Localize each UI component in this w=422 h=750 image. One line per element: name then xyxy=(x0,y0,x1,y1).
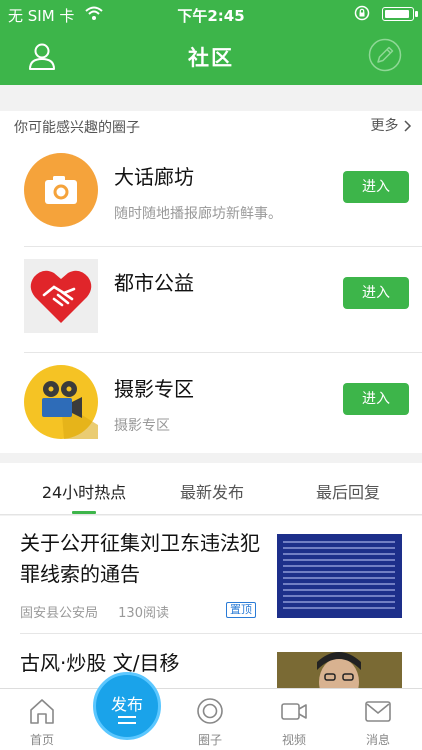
tab-latest[interactable]: 最新发布 xyxy=(142,479,282,503)
circle-name: 大话廊坊 xyxy=(114,165,194,189)
tabbar-label: 圈子 xyxy=(197,733,222,747)
circle-name: 都市公益 xyxy=(114,271,194,295)
camera-icon xyxy=(24,153,98,227)
publish-label: 发布 xyxy=(110,695,143,714)
more-link[interactable]: 更多 xyxy=(371,115,412,135)
circle-icon xyxy=(197,698,223,724)
video-icon xyxy=(281,703,307,720)
tabbar-video[interactable]: 视频 xyxy=(252,689,336,750)
news-list: 关于公开征集刘卫东违法犯罪线索的通告 固安县公安局 130阅读 置顶 古风·炒股… xyxy=(0,516,422,688)
article-thumbnail xyxy=(277,652,402,688)
circle-name: 摄影专区 xyxy=(114,377,194,401)
circle-row[interactable]: 摄影专区 摄影专区 进入 xyxy=(0,353,422,453)
feed-tabs: 24小时热点 最新发布 最后回复 xyxy=(0,463,422,515)
page-title: 社区 xyxy=(188,46,234,70)
heart-handshake-icon xyxy=(24,259,98,333)
active-tab-indicator xyxy=(72,511,96,514)
tabbar-label: 消息 xyxy=(365,733,390,747)
circle-desc: 随时随地播报廊坊新鲜事。 xyxy=(114,206,282,222)
tabbar-messages[interactable]: 消息 xyxy=(336,689,420,750)
circle-desc: 摄影专区 xyxy=(114,418,170,434)
recommended-circles: 你可能感兴趣的圈子 更多 大话廊坊 随时随地播报廊坊新鲜事。 进入 都市公益 进… xyxy=(0,111,422,453)
article-meta: 固安县公安局 130阅读 xyxy=(20,602,185,621)
status-bar: 无 SIM 卡 下午2:45 xyxy=(0,0,422,28)
tab-last-reply[interactable]: 最后回复 xyxy=(278,479,418,503)
pinned-badge: 置顶 xyxy=(226,602,256,618)
article-title: 古风·炒股 文/目移 xyxy=(20,651,180,675)
tabbar-label: 首页 xyxy=(29,733,54,747)
tab-hot[interactable]: 24小时热点 xyxy=(14,479,154,503)
article-title: 关于公开征集刘卫东违法犯罪线索的通告 xyxy=(20,531,260,586)
menu-lines-icon xyxy=(118,716,136,728)
tabbar-home[interactable]: 首页 xyxy=(0,689,84,750)
more-label: 更多 xyxy=(370,118,399,134)
join-button[interactable]: 进入 xyxy=(343,277,409,309)
circle-row[interactable]: 都市公益 进入 xyxy=(0,247,422,353)
film-camera-icon xyxy=(24,365,98,439)
app-header: 无 SIM 卡 下午2:45 社区 xyxy=(0,0,422,85)
mail-icon xyxy=(365,701,391,722)
list-item[interactable]: 古风·炒股 文/目移 xyxy=(0,634,422,688)
article-source: 固安县公安局 xyxy=(20,606,99,621)
article-reads: 130阅读 xyxy=(118,606,169,621)
home-icon xyxy=(30,699,54,724)
circle-row[interactable]: 大话廊坊 随时随地播报廊坊新鲜事。 进入 xyxy=(0,141,422,247)
recommended-header: 你可能感兴趣的圈子 更多 xyxy=(0,111,422,141)
tabbar-circles[interactable]: 圈子 xyxy=(168,689,252,750)
join-button[interactable]: 进入 xyxy=(343,171,409,203)
publish-button[interactable]: 发布 xyxy=(93,672,161,740)
bottom-tab-bar: 首页 圈子 视频 消息 xyxy=(0,688,422,750)
article-thumbnail xyxy=(277,534,402,618)
recommended-label: 你可能感兴趣的圈子 xyxy=(14,120,140,136)
edit-icon[interactable] xyxy=(368,38,402,72)
list-item[interactable]: 关于公开征集刘卫东违法犯罪线索的通告 固安县公安局 130阅读 置顶 xyxy=(0,516,422,634)
tabbar-label: 视频 xyxy=(281,733,306,747)
rotation-lock-icon xyxy=(354,5,370,21)
join-button[interactable]: 进入 xyxy=(343,383,409,415)
chevron-right-icon xyxy=(404,120,412,132)
battery-icon xyxy=(382,7,418,21)
